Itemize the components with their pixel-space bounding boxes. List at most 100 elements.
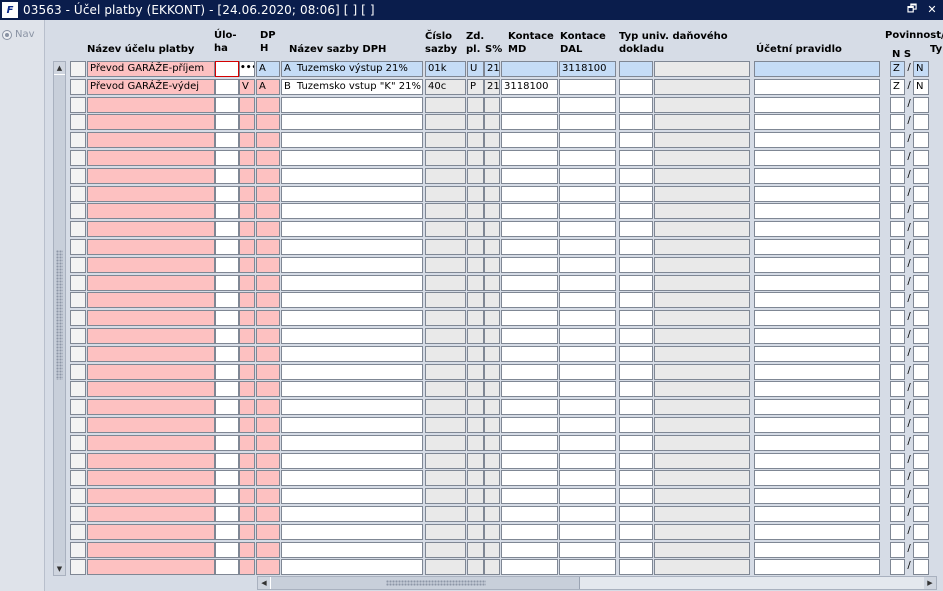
kontace-dal-field[interactable] [559, 168, 616, 184]
ucetni-pravidlo-field[interactable] [754, 328, 880, 344]
cislo-sazby-field[interactable] [425, 114, 466, 130]
ty-field[interactable] [913, 292, 929, 308]
s-pct-field[interactable] [484, 257, 500, 273]
zd-pl-field[interactable] [467, 524, 484, 540]
ns-field[interactable] [890, 275, 905, 291]
typ-univ-name-field[interactable] [654, 328, 750, 344]
ns-field[interactable] [890, 150, 905, 166]
kontace-dal-field[interactable] [559, 470, 616, 486]
record-indicator[interactable] [70, 435, 86, 451]
uloha-field[interactable] [215, 488, 239, 504]
dph-field[interactable] [256, 150, 280, 166]
record-indicator[interactable] [70, 488, 86, 504]
ucetni-pravidlo-field[interactable] [754, 61, 880, 77]
nazev-sazby-field[interactable] [281, 292, 423, 308]
kontace-dal-field[interactable] [559, 346, 616, 362]
record-indicator[interactable] [70, 114, 86, 130]
s-pct-field[interactable] [484, 559, 500, 575]
uloha-field[interactable] [215, 203, 239, 219]
typ-univ-name-field[interactable] [654, 186, 750, 202]
kontace-dal-field[interactable] [559, 292, 616, 308]
zd-pl-field[interactable] [467, 381, 484, 397]
ty-field[interactable] [913, 275, 929, 291]
ucetni-pravidlo-field[interactable] [754, 275, 880, 291]
typ-univ-name-field[interactable] [654, 417, 750, 433]
ty-field[interactable] [913, 453, 929, 469]
ucetni-pravidlo-field[interactable] [754, 310, 880, 326]
s-pct-field[interactable] [484, 168, 500, 184]
uloha-field[interactable] [215, 470, 239, 486]
typ-univ-code-field[interactable] [619, 61, 653, 77]
uloha-field[interactable] [215, 453, 239, 469]
typ-univ-name-field[interactable] [654, 488, 750, 504]
dph-flag-field[interactable] [239, 542, 255, 558]
ty-field[interactable] [913, 506, 929, 522]
uloha-field[interactable] [215, 61, 239, 77]
typ-univ-code-field[interactable] [619, 346, 653, 362]
kontace-md-field[interactable] [501, 97, 558, 113]
typ-univ-code-field[interactable] [619, 328, 653, 344]
typ-univ-code-field[interactable] [619, 542, 653, 558]
kontace-md-field[interactable] [501, 221, 558, 237]
nazev-sazby-field[interactable] [281, 559, 423, 575]
ty-field[interactable]: N [913, 79, 929, 95]
nazev-ucelu-field[interactable] [87, 292, 215, 308]
uloha-field[interactable] [215, 364, 239, 380]
nazev-ucelu-field[interactable] [87, 435, 215, 451]
nazev-sazby-field[interactable] [281, 257, 423, 273]
zd-pl-field[interactable] [467, 488, 484, 504]
typ-univ-name-field[interactable] [654, 114, 750, 130]
zd-pl-field[interactable] [467, 114, 484, 130]
ns-field[interactable] [890, 168, 905, 184]
ty-field[interactable] [913, 435, 929, 451]
scroll-left-icon[interactable]: ◀ [258, 577, 270, 589]
ucetni-pravidlo-field[interactable] [754, 381, 880, 397]
cislo-sazby-field[interactable] [425, 221, 466, 237]
nazev-ucelu-field[interactable] [87, 524, 215, 540]
s-pct-field[interactable] [484, 435, 500, 451]
record-indicator[interactable] [70, 417, 86, 433]
kontace-dal-field[interactable] [559, 79, 616, 95]
kontace-md-field[interactable] [501, 346, 558, 362]
cislo-sazby-field[interactable] [425, 186, 466, 202]
dph-flag-field[interactable] [239, 168, 255, 184]
uloha-field[interactable] [215, 506, 239, 522]
nazev-ucelu-field[interactable] [87, 186, 215, 202]
ns-field[interactable] [890, 221, 905, 237]
dph-field[interactable] [256, 542, 280, 558]
dph-field[interactable] [256, 364, 280, 380]
typ-univ-name-field[interactable] [654, 221, 750, 237]
uloha-field[interactable] [215, 346, 239, 362]
dph-flag-field[interactable] [239, 417, 255, 433]
kontace-dal-field[interactable] [559, 275, 616, 291]
ns-field[interactable] [890, 292, 905, 308]
uloha-field[interactable] [215, 239, 239, 255]
zd-pl-field[interactable] [467, 150, 484, 166]
zd-pl-field[interactable] [467, 132, 484, 148]
typ-univ-name-field[interactable] [654, 524, 750, 540]
dph-field[interactable] [256, 132, 280, 148]
ty-field[interactable] [913, 559, 929, 575]
kontace-dal-field[interactable] [559, 381, 616, 397]
dph-flag-field[interactable] [239, 114, 255, 130]
nazev-ucelu-field[interactable] [87, 506, 215, 522]
kontace-dal-field[interactable] [559, 203, 616, 219]
typ-univ-code-field[interactable] [619, 364, 653, 380]
kontace-md-field[interactable] [501, 203, 558, 219]
nazev-sazby-field[interactable]: B Tuzemsko vstup "K" 21% [281, 79, 423, 95]
ucetni-pravidlo-field[interactable] [754, 239, 880, 255]
typ-univ-name-field[interactable] [654, 292, 750, 308]
horizontal-scrollbar[interactable]: ◀ ▶ [257, 576, 937, 590]
kontace-md-field[interactable] [501, 61, 558, 77]
dph-flag-field[interactable] [239, 453, 255, 469]
record-indicator[interactable] [70, 239, 86, 255]
record-indicator[interactable] [70, 542, 86, 558]
record-indicator[interactable] [70, 346, 86, 362]
dph-field[interactable] [256, 524, 280, 540]
kontace-md-field[interactable] [501, 470, 558, 486]
ucetni-pravidlo-field[interactable] [754, 524, 880, 540]
uloha-field[interactable] [215, 399, 239, 415]
nazev-ucelu-field[interactable] [87, 168, 215, 184]
uloha-field[interactable] [215, 186, 239, 202]
typ-univ-code-field[interactable] [619, 435, 653, 451]
